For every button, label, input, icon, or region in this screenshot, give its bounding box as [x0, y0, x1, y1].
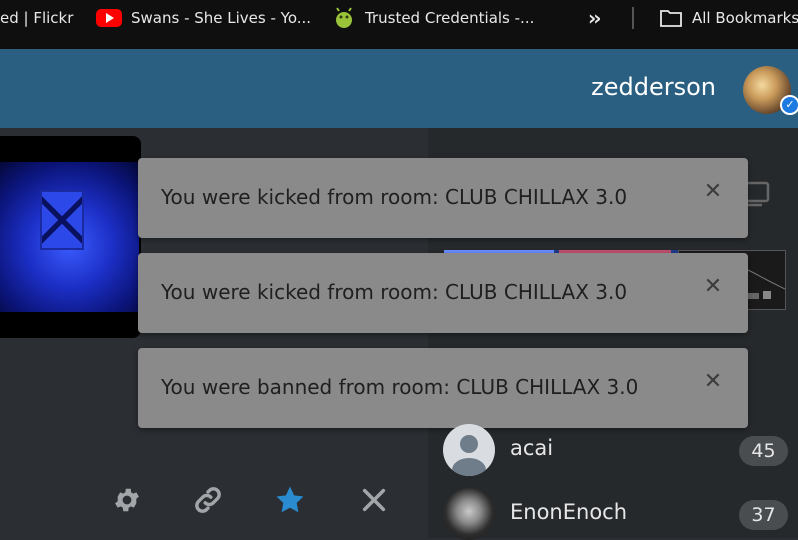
gear-icon: [115, 488, 139, 512]
bookmark-flickr[interactable]: ed | Flickr: [0, 0, 73, 36]
settings-button[interactable]: [109, 482, 145, 518]
notification-toast: You were kicked from room: CLUB CHILLAX …: [138, 253, 748, 333]
notification-message: You were banned from room: CLUB CHILLAX …: [161, 375, 639, 399]
user-name: acai: [510, 436, 554, 460]
list-item[interactable]: EnonEnoch 37: [443, 488, 788, 540]
close-icon: [362, 488, 386, 512]
notification-toast: You were kicked from room: CLUB CHILLAX …: [138, 158, 748, 238]
user-name: EnonEnoch: [510, 500, 628, 524]
avatar: [443, 424, 495, 476]
android-icon: [336, 7, 352, 28]
list-item[interactable]: acai 45: [443, 424, 788, 476]
all-bookmarks-label: All Bookmarks: [692, 9, 798, 27]
youtube-icon: [96, 9, 122, 27]
double-chevron-right-icon[interactable]: ››: [588, 6, 602, 30]
bookmark-label: Swans - She Lives - Yo...: [131, 9, 312, 27]
bookmark-youtube[interactable]: Swans - She Lives - Yo...: [96, 0, 311, 36]
count-badge: 45: [739, 436, 788, 466]
notification-toast: You were banned from room: CLUB CHILLAX …: [138, 348, 748, 428]
all-bookmarks-button[interactable]: All Bookmarks: [659, 0, 798, 36]
favorite-button[interactable]: [272, 482, 308, 518]
default-user-icon: [452, 435, 486, 476]
notification-message: You were kicked from room: CLUB CHILLAX …: [161, 280, 628, 304]
flag-image: [40, 190, 84, 250]
count-badge: 37: [739, 500, 788, 530]
close-icon[interactable]: ✕: [703, 276, 723, 298]
link-icon: [195, 487, 221, 513]
star-icon: [276, 486, 304, 513]
checkmark-badge-icon: ✓: [780, 95, 798, 115]
close-button[interactable]: [356, 482, 392, 518]
bookmarks-divider: [632, 7, 634, 29]
bookmark-label: Trusted Credentials -...: [365, 9, 535, 27]
avatar: [443, 488, 495, 540]
bookmarks-bar: ed | Flickr Swans - She Lives - Yo... Tr…: [0, 0, 798, 49]
app-header: zedderson: [0, 49, 798, 128]
bookmark-label: ed | Flickr: [0, 9, 74, 27]
close-icon[interactable]: ✕: [703, 181, 723, 203]
notification-message: You were kicked from room: CLUB CHILLAX …: [161, 185, 628, 209]
username-label[interactable]: zedderson: [591, 73, 716, 101]
link-button[interactable]: [190, 482, 226, 518]
folder-icon: [660, 10, 682, 27]
bookmark-trusted-credentials[interactable]: Trusted Credentials -...: [332, 0, 534, 36]
close-icon[interactable]: ✕: [703, 371, 723, 393]
